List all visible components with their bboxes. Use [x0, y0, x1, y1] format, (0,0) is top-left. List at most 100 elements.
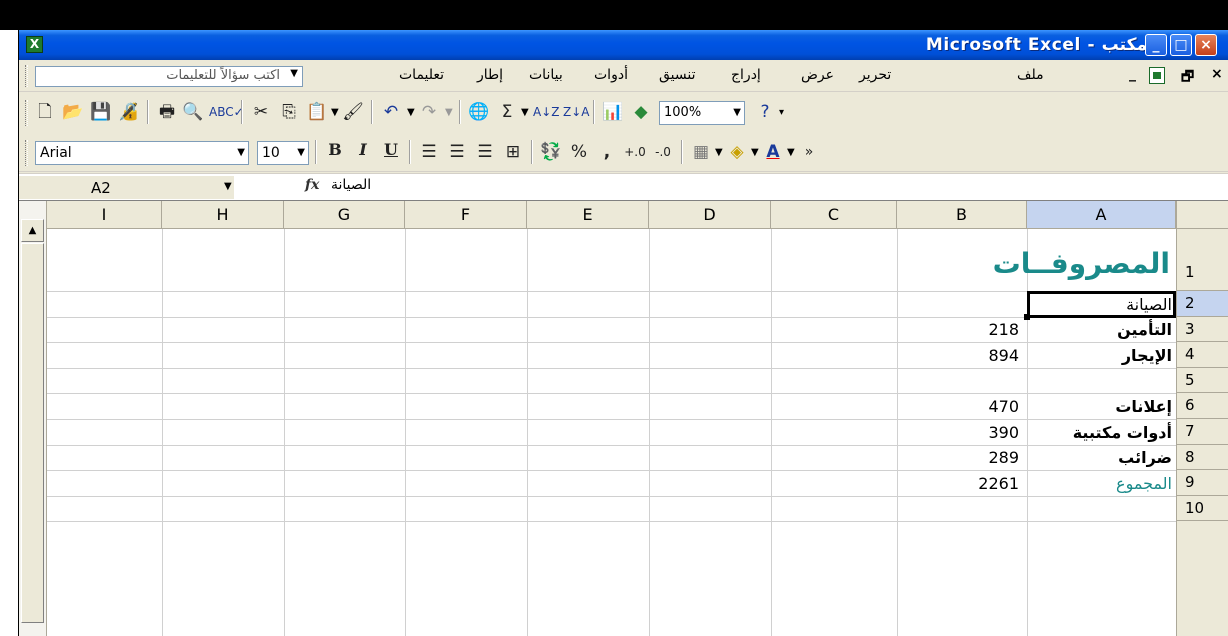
- spelling-icon[interactable]: ABC✓: [209, 100, 244, 124]
- column-header-h[interactable]: H: [162, 201, 284, 229]
- currency-icon[interactable]: 💱: [539, 140, 563, 164]
- menu-insert[interactable]: إدراج: [731, 67, 761, 83]
- chevron-down-icon[interactable]: ▼: [237, 142, 245, 164]
- toolbar-grip[interactable]: [25, 100, 28, 126]
- chevron-down-icon[interactable]: ▼: [224, 181, 232, 192]
- doc-close-button[interactable]: ×: [1211, 66, 1223, 82]
- minimize-button[interactable]: _: [1145, 34, 1167, 56]
- menu-data[interactable]: بيانات: [529, 67, 563, 83]
- cell-b6[interactable]: 470: [897, 397, 1025, 416]
- percent-button[interactable]: %: [567, 140, 591, 164]
- row-header-1[interactable]: 1: [1176, 229, 1228, 291]
- toolbar-options-icon[interactable]: ▾: [779, 107, 784, 118]
- row-header-3[interactable]: 3: [1176, 317, 1228, 342]
- cell-a4[interactable]: الإيجار: [1029, 346, 1175, 365]
- scroll-up-icon[interactable]: ▲: [21, 219, 44, 242]
- font-size-select[interactable]: 10 ▼: [257, 141, 309, 165]
- paste-icon[interactable]: 📋: [305, 100, 329, 124]
- cell-a3[interactable]: التأمين: [1029, 320, 1175, 339]
- undo-dropdown-icon[interactable]: ▼: [407, 107, 415, 118]
- paste-dropdown-icon[interactable]: ▼: [331, 107, 339, 118]
- workbook-icon[interactable]: [1149, 67, 1165, 84]
- bold-button[interactable]: B: [323, 140, 347, 164]
- cell-b4[interactable]: 894: [897, 346, 1025, 365]
- borders-dropdown-icon[interactable]: ▼: [715, 147, 723, 158]
- row-header-10[interactable]: 10: [1176, 496, 1228, 521]
- autosum-dropdown-icon[interactable]: ▼: [521, 107, 529, 118]
- scroll-thumb[interactable]: [21, 243, 44, 623]
- redo-icon[interactable]: ↷: [417, 100, 441, 124]
- hyperlink-icon[interactable]: 🌐: [467, 100, 491, 124]
- cell-b9-total[interactable]: 2261: [897, 474, 1025, 493]
- cell-b8[interactable]: 289: [897, 448, 1025, 467]
- redo-dropdown-icon[interactable]: ▼: [445, 107, 453, 118]
- menu-help[interactable]: تعليمات: [399, 67, 444, 83]
- sort-descending-icon[interactable]: Z↓A: [563, 100, 589, 124]
- print-icon[interactable]: 🖶: [155, 100, 179, 124]
- column-header-g[interactable]: G: [284, 201, 405, 229]
- align-center-icon[interactable]: ☰: [445, 140, 469, 164]
- column-header-c[interactable]: C: [771, 201, 897, 229]
- cell-a7[interactable]: أدوات مكتبية: [1029, 423, 1175, 442]
- column-header-i[interactable]: I: [47, 201, 162, 229]
- menu-view[interactable]: عرض: [801, 67, 834, 83]
- fill-handle[interactable]: [1024, 314, 1030, 320]
- cell-b3[interactable]: 218: [897, 320, 1025, 339]
- chevron-down-icon[interactable]: ▼: [733, 102, 741, 124]
- cell-a6[interactable]: إعلانات: [1029, 397, 1175, 416]
- row-header-2[interactable]: 2: [1176, 291, 1228, 317]
- insert-function-button[interactable]: fx: [305, 177, 319, 193]
- autosum-icon[interactable]: Σ: [495, 100, 519, 124]
- help-icon[interactable]: ?: [753, 100, 777, 124]
- toolbar-more-button[interactable]: »: [797, 140, 821, 164]
- column-header-d[interactable]: D: [649, 201, 771, 229]
- row-header-9[interactable]: 9: [1176, 470, 1228, 496]
- chart-wizard-icon[interactable]: 📊: [601, 100, 625, 124]
- name-box[interactable]: A2 ▼: [19, 176, 234, 199]
- column-header-f[interactable]: F: [405, 201, 527, 229]
- toolbar-grip[interactable]: [25, 140, 28, 166]
- menu-window[interactable]: إطار: [477, 67, 503, 83]
- drawing-icon[interactable]: ◆: [629, 100, 653, 124]
- decrease-decimal-icon[interactable]: -.0: [651, 140, 675, 164]
- menu-edit[interactable]: تحرير: [859, 67, 891, 83]
- cell-a9-total-label[interactable]: المجموع: [1029, 474, 1175, 493]
- increase-decimal-icon[interactable]: +.0: [623, 140, 647, 164]
- chevron-down-icon[interactable]: ▼: [290, 68, 298, 79]
- doc-restore-button[interactable]: 🗗: [1181, 66, 1194, 90]
- font-name-select[interactable]: Arial ▼: [35, 141, 249, 165]
- maximize-button[interactable]: □: [1170, 34, 1192, 56]
- row-header-6[interactable]: 6: [1176, 393, 1228, 419]
- align-left-icon[interactable]: ☰: [417, 140, 441, 164]
- save-icon[interactable]: 💾: [89, 100, 113, 124]
- print-preview-icon[interactable]: 🔍: [181, 100, 205, 124]
- fill-color-icon[interactable]: ◈: [725, 140, 749, 164]
- font-color-dropdown-icon[interactable]: ▼: [787, 147, 795, 158]
- format-painter-icon[interactable]: 🖌: [341, 100, 365, 124]
- align-right-icon[interactable]: ☰: [473, 140, 497, 164]
- zoom-select[interactable]: 100% ▼: [659, 101, 745, 125]
- font-color-button[interactable]: A: [761, 140, 785, 164]
- menu-format[interactable]: تنسيق: [659, 67, 696, 83]
- row-header-8[interactable]: 8: [1176, 445, 1228, 470]
- active-cell-selection[interactable]: [1027, 291, 1176, 318]
- copy-icon[interactable]: ⎘: [277, 100, 301, 124]
- new-icon[interactable]: 🗋: [33, 100, 57, 124]
- comma-button[interactable]: ,: [595, 140, 619, 164]
- row-header-5[interactable]: 5: [1176, 368, 1228, 393]
- underline-button[interactable]: U: [379, 140, 403, 164]
- column-header-b[interactable]: B: [897, 201, 1027, 229]
- merge-center-icon[interactable]: ⊞: [501, 140, 525, 164]
- cut-icon[interactable]: ✂: [249, 100, 273, 124]
- menu-file[interactable]: ملف: [1017, 67, 1044, 83]
- sort-ascending-icon[interactable]: A↓Z: [533, 100, 559, 124]
- open-icon[interactable]: 📂: [61, 100, 85, 124]
- title-bar[interactable]: X Microsoft Excel - مكتب _ □ ×: [19, 30, 1228, 60]
- ask-question-box[interactable]: اكتب سؤالاً للتعليمات ▼: [35, 66, 303, 87]
- borders-icon[interactable]: ▦: [689, 140, 713, 164]
- row-header-7[interactable]: 7: [1176, 419, 1228, 445]
- permission-icon[interactable]: 🔏: [117, 100, 141, 124]
- doc-minimize-button[interactable]: _: [1129, 66, 1136, 82]
- excel-app-icon[interactable]: X: [26, 36, 43, 53]
- close-button[interactable]: ×: [1195, 34, 1217, 56]
